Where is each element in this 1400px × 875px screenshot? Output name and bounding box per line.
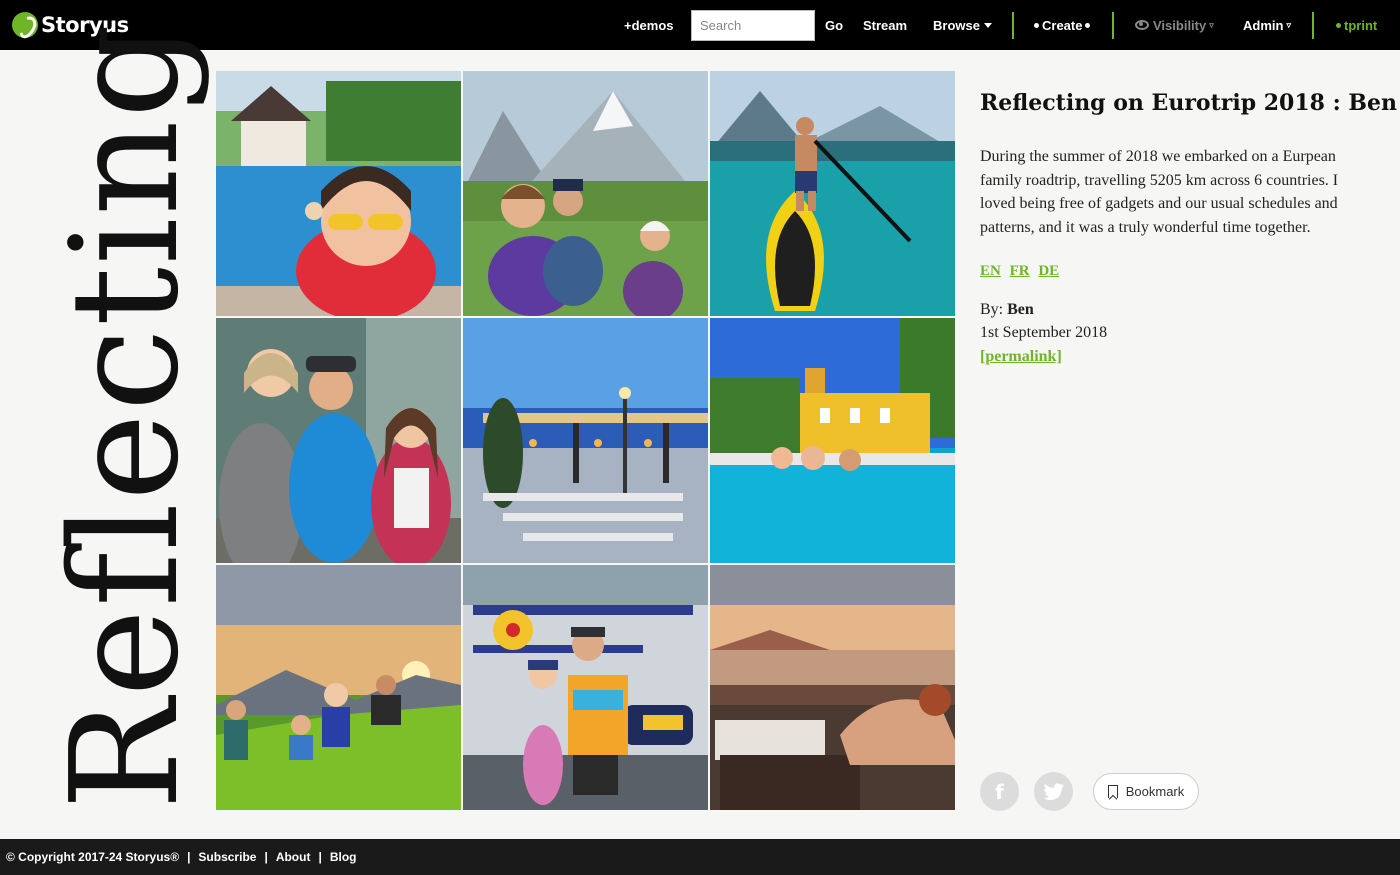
story-description: During the summer of 2018 we embarked on… (980, 148, 1339, 236)
photo-tile[interactable] (216, 318, 461, 563)
bookmark-icon (1107, 785, 1118, 798)
photo-tile[interactable] (216, 565, 461, 810)
photo-tile[interactable] (216, 71, 461, 316)
paddleboard-photo (710, 71, 955, 316)
footer-separator: | (187, 850, 191, 864)
villa-pool-photo (710, 318, 955, 563)
online-status-icon (1336, 22, 1341, 28)
footer-separator: | (264, 850, 268, 864)
footer: © Copyright 2017-24 Storyus® | Subscribe… (0, 839, 1400, 875)
vertical-page-title: Reflecting (39, 21, 211, 810)
chevron-down-icon (983, 22, 992, 28)
nav-divider (1012, 12, 1014, 39)
language-link-en[interactable]: EN (980, 263, 1001, 279)
bullet-icon (1085, 22, 1091, 28)
twitter-icon (1042, 782, 1064, 800)
blog-link[interactable]: Blog (330, 850, 357, 864)
bullet-icon (1034, 22, 1039, 28)
photo-tile[interactable] (463, 71, 708, 316)
photo-tile[interactable] (463, 318, 708, 563)
photo-tile[interactable] (710, 71, 955, 316)
photo-tile[interactable] (710, 565, 955, 810)
bookmark-button[interactable]: Bookmark (1093, 773, 1199, 810)
permalink-link[interactable]: [permalink] (980, 348, 1062, 366)
admin-menu[interactable]: Admin ▿ (1243, 0, 1291, 50)
author-name: Ben (1007, 301, 1034, 318)
go-button[interactable]: Go (825, 0, 843, 50)
create-menu[interactable]: Create (1031, 0, 1093, 50)
aircraft-museum-photo (463, 565, 708, 810)
about-link[interactable]: About (276, 850, 311, 864)
hillside-sunset-photo (216, 565, 461, 810)
user-menu[interactable]: tprint (1333, 0, 1377, 50)
search-input[interactable] (691, 10, 815, 41)
photo-tile[interactable] (463, 565, 708, 810)
browse-menu[interactable]: Browse (933, 0, 992, 50)
balcony-sunset-photo (710, 565, 955, 810)
subscribe-link[interactable]: Subscribe (198, 850, 256, 864)
story-title: Reflecting on Eurotrip 2018 : Ben (980, 90, 1397, 116)
stream-link[interactable]: Stream (863, 0, 907, 50)
bookmark-label: Bookmark (1125, 784, 1185, 799)
admin-label: Admin (1243, 17, 1284, 33)
story-date: 1st September 2018 (980, 324, 1108, 341)
lakeside-terrace-photo (463, 318, 708, 563)
eye-icon (1135, 20, 1149, 30)
language-link-de[interactable]: DE (1038, 263, 1059, 279)
by-label: By: (980, 301, 1004, 318)
pool-photo (216, 71, 461, 316)
twitter-share-button[interactable] (1034, 772, 1073, 811)
triangle-down-icon: ▿ (1209, 19, 1214, 30)
demos-link[interactable]: +demos (624, 0, 674, 50)
mountain-meadow-photo (463, 71, 708, 316)
browse-label: Browse (933, 17, 980, 33)
copyright-text: © Copyright 2017-24 Storyus® (6, 850, 180, 864)
create-label: Create (1042, 17, 1083, 33)
story-byline: By: Ben (980, 301, 1034, 319)
storyus-logo-icon (12, 12, 38, 38)
cave-family-photo (216, 318, 461, 563)
triangle-down-icon: ▿ (1286, 19, 1291, 30)
facebook-share-button[interactable]: f (980, 772, 1019, 811)
user-label: tprint (1344, 17, 1378, 33)
visibility-menu[interactable]: Visibility ▿ (1135, 0, 1214, 50)
photo-tile[interactable] (710, 318, 955, 563)
language-link-fr[interactable]: FR (1010, 263, 1030, 279)
nav-divider (1112, 12, 1114, 39)
nav-divider (1312, 12, 1314, 39)
language-links: EN FR DE (980, 263, 1064, 280)
footer-separator: | (318, 850, 322, 864)
facebook-icon: f (995, 779, 1004, 804)
visibility-label: Visibility (1153, 17, 1207, 33)
